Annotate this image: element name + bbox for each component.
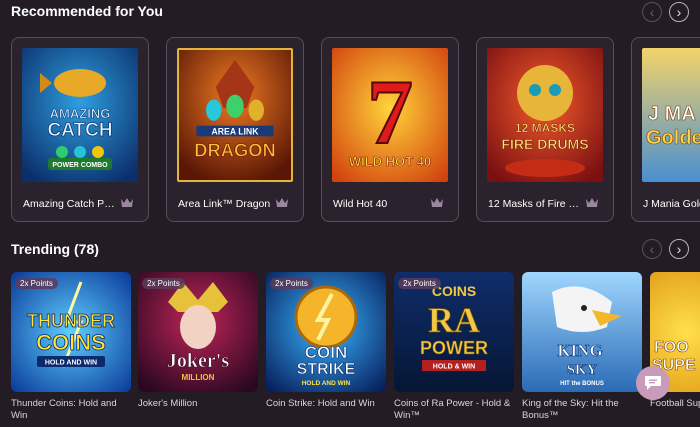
recommended-title: Recommended for You (11, 3, 163, 19)
svg-text:COIN: COIN (305, 343, 348, 362)
game-card[interactable]: Joker's MILLION 2x Points Joker's Millio… (138, 272, 258, 410)
svg-text:SKY: SKY (567, 362, 598, 378)
svg-text:Joker's: Joker's (167, 350, 229, 372)
game-thumbnail[interactable]: COIN STRIKE HOLD AND WIN 2x Points (266, 272, 386, 392)
game-card[interactable]: AMAZING CATCH POWER COMBO Amazing Catch … (11, 37, 149, 222)
svg-text:HOLD & WIN: HOLD & WIN (433, 364, 475, 371)
game-card[interactable]: 7 WILD HOT 40 Wild Hot 40 (321, 37, 459, 222)
game-title: Thunder Coins: Hold and Win (11, 398, 117, 421)
game-thumbnail[interactable]: COINS RA POWER HOLD & WIN 2x Points (394, 272, 514, 392)
game-card[interactable]: J MA Golde J Mania Gold (631, 37, 700, 222)
game-thumbnail[interactable]: AMAZING CATCH POWER COMBO (22, 48, 138, 182)
game-thumbnail[interactable]: KING SKY HIT the BONUS (522, 272, 642, 392)
svg-text:J MA: J MA (648, 103, 696, 125)
points-badge: 2x Points (398, 278, 441, 289)
chat-button[interactable] (636, 366, 670, 400)
game-thumbnail[interactable]: 7 WILD HOT 40 (332, 48, 448, 182)
chevron-left-icon: ‹ (649, 4, 655, 20)
crown-icon (121, 198, 133, 207)
recommended-prev-button[interactable]: ‹ (642, 2, 662, 22)
svg-text:AMAZING: AMAZING (50, 106, 111, 121)
svg-text:12 MASKS: 12 MASKS (515, 121, 575, 135)
svg-text:KING: KING (557, 341, 602, 360)
game-title: J Mania Gold (643, 198, 700, 210)
svg-text:FOO: FOO (654, 339, 689, 356)
svg-text:DRAGON: DRAGON (194, 140, 275, 161)
svg-text:WILD HOT 40: WILD HOT 40 (349, 154, 431, 169)
svg-text:HIT the BONUS: HIT the BONUS (560, 381, 604, 387)
svg-text:POWER: POWER (420, 338, 488, 358)
game-thumbnail[interactable]: J MA Golde (642, 48, 700, 182)
game-title: Area Link™ Dragon (178, 198, 271, 210)
trending-title: Trending (78) (11, 241, 99, 257)
svg-text:FIRE DRUMS: FIRE DRUMS (501, 136, 588, 152)
recommended-next-button[interactable]: › (669, 2, 689, 22)
game-title: 12 Masks of Fire D… (488, 198, 583, 210)
game-card[interactable]: AREA LINK DRAGON Area Link™ Dragon (166, 37, 304, 222)
recommended-header: Recommended for You ‹ › (0, 0, 700, 30)
game-title: Amazing Catch Po… (23, 198, 118, 210)
crown-icon (431, 198, 443, 207)
game-thumbnail[interactable]: Joker's MILLION 2x Points (138, 272, 258, 392)
game-title: Coin Strike: Hold and Win (266, 398, 375, 409)
svg-text:STRIKE: STRIKE (297, 361, 356, 378)
chevron-right-icon: › (676, 4, 682, 20)
svg-text:RA: RA (428, 300, 480, 340)
svg-text:COINS: COINS (36, 330, 106, 355)
game-thumbnail[interactable]: THUNDER COINS HOLD AND WIN 2x Points (11, 272, 131, 392)
game-thumbnail[interactable]: AREA LINK DRAGON (177, 48, 293, 182)
game-title: King of the Sky: Hit the Bonus™ (522, 398, 619, 421)
game-title: Wild Hot 40 (333, 198, 388, 210)
svg-text:Golde: Golde (646, 127, 700, 149)
svg-text:POWER COMBO: POWER COMBO (52, 162, 108, 169)
game-card[interactable]: COIN STRIKE HOLD AND WIN 2x Points Coin … (266, 272, 386, 410)
crown-icon (276, 198, 288, 207)
svg-text:THUNDER: THUNDER (27, 311, 115, 331)
game-title: Football Sup (650, 398, 700, 409)
recommended-carousel: AMAZING CATCH POWER COMBO Amazing Catch … (0, 37, 700, 222)
chevron-right-icon: › (676, 241, 682, 257)
game-thumbnail[interactable]: 12 MASKS FIRE DRUMS (487, 48, 603, 182)
game-title: Joker's Million (138, 398, 198, 409)
trending-next-button[interactable]: › (669, 239, 689, 259)
crown-icon (586, 198, 598, 207)
game-card[interactable]: COINS RA POWER HOLD & WIN 2x Points Coin… (394, 272, 514, 422)
svg-text:AREA LINK: AREA LINK (212, 126, 260, 136)
game-card[interactable]: 12 MASKS FIRE DRUMS 12 Masks of Fire D… (476, 37, 614, 222)
points-badge: 2x Points (270, 278, 313, 289)
chevron-left-icon: ‹ (649, 241, 655, 257)
svg-text:7: 7 (367, 61, 413, 163)
svg-text:HOLD AND WIN: HOLD AND WIN (45, 360, 97, 367)
game-card[interactable]: KING SKY HIT the BONUS King of the Sky: … (522, 272, 642, 422)
game-title: Coins of Ra Power - Hold & Win™ (394, 398, 511, 421)
svg-text:HOLD AND WIN: HOLD AND WIN (302, 380, 351, 387)
trending-header: Trending (78) ‹ › (0, 238, 700, 268)
svg-text:CATCH: CATCH (47, 120, 112, 141)
svg-text:MILLION: MILLION (182, 373, 215, 382)
game-card[interactable]: THUNDER COINS HOLD AND WIN 2x Points Thu… (11, 272, 131, 422)
chat-icon (645, 376, 661, 390)
trending-carousel: THUNDER COINS HOLD AND WIN 2x Points Thu… (0, 272, 700, 427)
trending-prev-button[interactable]: ‹ (642, 239, 662, 259)
points-badge: 2x Points (142, 278, 185, 289)
points-badge: 2x Points (15, 278, 58, 289)
